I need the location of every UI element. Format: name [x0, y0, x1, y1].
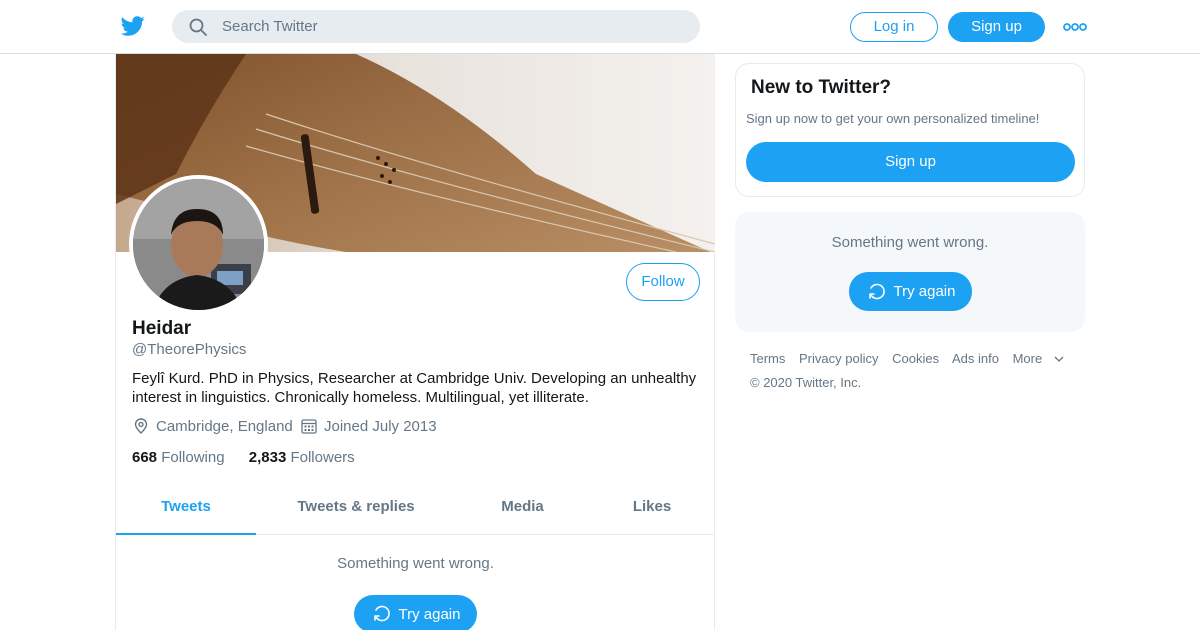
profile-stats: 668 Following 2,833 Followers — [132, 449, 375, 466]
refresh-icon — [373, 605, 390, 622]
footer-link-privacy[interactable]: Privacy policy — [799, 351, 878, 366]
follow-button[interactable]: Follow — [626, 263, 700, 301]
signup-button[interactable]: Sign up — [948, 12, 1045, 42]
new-to-twitter-subtitle: Sign up now to get your own personalized… — [746, 111, 1040, 126]
tab-likes[interactable]: Likes — [589, 484, 715, 535]
search-input[interactable] — [222, 10, 682, 43]
sidebar-try-again-button[interactable]: Try again — [849, 272, 972, 311]
profile-avatar[interactable] — [129, 175, 268, 314]
location-text: Cambridge, England — [156, 417, 293, 435]
profile-location: Cambridge, England — [132, 417, 293, 435]
profile-handle[interactable]: @TheorePhysics — [132, 341, 246, 358]
footer-link-ads-info[interactable]: Ads info — [952, 351, 999, 366]
more-dots-icon[interactable] — [1063, 20, 1087, 34]
avatar-photo — [133, 179, 264, 310]
timeline-error-message: Something went wrong. — [337, 555, 494, 572]
location-pin-icon — [134, 418, 148, 434]
footer-link-terms[interactable]: Terms — [750, 351, 785, 366]
timeline-try-again-label: Try again — [398, 605, 461, 623]
followers-stat[interactable]: 2,833 Followers — [249, 449, 355, 466]
calendar-icon — [301, 419, 317, 434]
tab-tweets[interactable]: Tweets — [116, 484, 256, 535]
sidebar-error-message: Something went wrong. — [831, 234, 989, 251]
top-navigation-bar: Log in Sign up — [0, 0, 1200, 54]
profile-name: Heidar — [132, 318, 192, 339]
footer-copyright: © 2020 Twitter, Inc. — [750, 375, 862, 390]
followers-count: 2,833 — [248, 449, 287, 466]
sidebar-error-card: Something went wrong. Try again — [735, 212, 1085, 332]
login-button[interactable]: Log in — [850, 12, 938, 42]
tab-media[interactable]: Media — [456, 484, 589, 535]
following-label: Following — [161, 449, 225, 466]
profile-column: Follow Heidar @TheorePhysics Feylî Kurd.… — [115, 54, 715, 630]
refresh-icon — [868, 283, 885, 299]
new-to-twitter-title: New to Twitter? — [751, 77, 892, 98]
profile-tabs: Tweets Tweets & replies Media Likes — [116, 484, 715, 535]
twitter-bird-icon[interactable] — [120, 14, 146, 38]
search-icon — [189, 18, 207, 36]
sidebar-footer: Terms Privacy policy Cookies Ads info Mo… — [750, 351, 1074, 390]
sidebar-try-again-label: Try again — [893, 283, 956, 300]
profile-joined-date: Joined July 2013 — [300, 417, 437, 435]
followers-label: Followers — [290, 449, 355, 466]
following-stat[interactable]: 668 Following — [132, 449, 225, 466]
profile-bio: Feylî Kurd. PhD in Physics, Researcher a… — [132, 370, 697, 406]
joined-text: Joined July 2013 — [324, 417, 437, 435]
footer-link-more[interactable]: More — [1013, 351, 1065, 366]
chevron-down-icon — [1054, 356, 1064, 362]
tab-tweets-and-replies[interactable]: Tweets & replies — [256, 484, 456, 535]
search-box[interactable] — [172, 10, 700, 43]
new-to-twitter-card: New to Twitter? Sign up now to get your … — [735, 63, 1085, 197]
footer-link-cookies[interactable]: Cookies — [892, 351, 939, 366]
timeline-try-again-button[interactable]: Try again — [354, 595, 477, 630]
footer-more-label: More — [1012, 351, 1043, 366]
sidebar-signup-button[interactable]: Sign up — [746, 142, 1075, 182]
following-count: 668 — [132, 449, 158, 466]
